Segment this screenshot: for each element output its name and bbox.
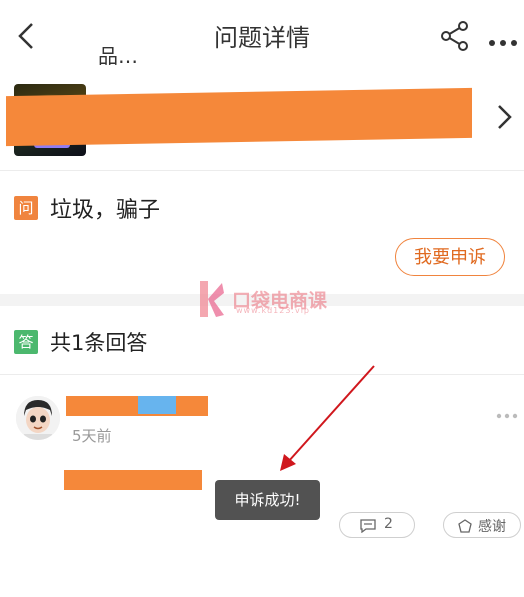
answer-count: 共1条回答 xyxy=(50,331,148,355)
question-text: 垃圾，骗子 xyxy=(50,198,161,223)
redaction-block xyxy=(6,87,472,147)
annotation-arrow-icon xyxy=(270,360,380,475)
more-dots-icon[interactable] xyxy=(496,404,518,419)
appeal-button[interactable]: 我要申诉 xyxy=(395,238,505,276)
comment-count: 2 xyxy=(384,516,393,532)
answer-time: 5天前 xyxy=(72,427,112,445)
watermark-url: www.kd123.vip xyxy=(236,306,310,315)
chevron-right-icon[interactable] xyxy=(496,104,514,130)
toast-message: 申诉成功! xyxy=(215,480,320,520)
comment-button[interactable]: 2 xyxy=(339,512,415,538)
redaction-block xyxy=(64,470,202,490)
watermark-logo-icon xyxy=(196,279,226,319)
product-title: 品… xyxy=(98,44,138,68)
redaction-block xyxy=(66,396,208,416)
user-tag xyxy=(138,396,176,414)
divider xyxy=(0,170,524,171)
answer-badge: 答 xyxy=(14,330,38,354)
question-badge: 问 xyxy=(14,196,38,220)
thanks-label: 感谢 xyxy=(478,519,506,535)
avatar[interactable] xyxy=(16,396,60,440)
more-dots-icon[interactable] xyxy=(488,32,518,46)
thanks-icon xyxy=(458,519,472,533)
comment-icon xyxy=(360,519,376,533)
divider xyxy=(0,374,524,375)
thanks-button[interactable]: 感谢 xyxy=(443,512,521,538)
